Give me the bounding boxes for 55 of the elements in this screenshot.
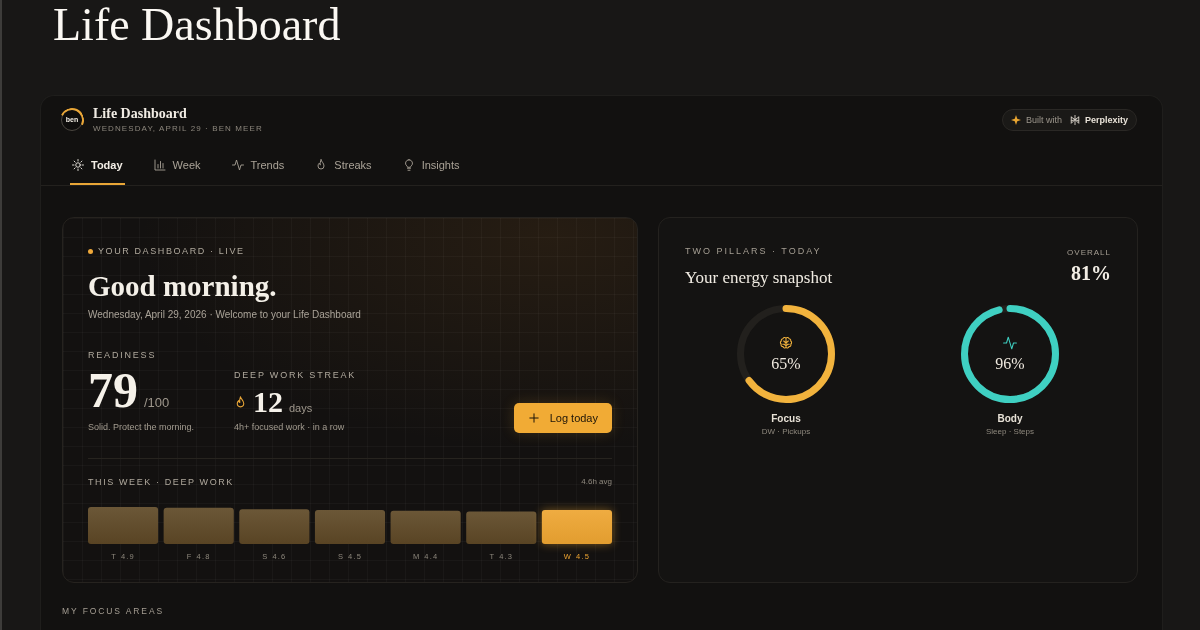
stat-note: Solid. Protect the morning. [88, 422, 195, 433]
brand-name: Perplexity [1084, 115, 1128, 125]
chart-bar [541, 510, 612, 544]
app-subtitle: WEDNESDAY, APRIL 29 · BEN MEER [93, 124, 263, 134]
chart-bar [314, 510, 386, 544]
section-label: TWO PILLARS · TODAY [685, 246, 822, 256]
built-with-badge[interactable]: Built with Perplexity [1001, 109, 1137, 131]
live-dot-icon [88, 248, 93, 254]
card-title: Your energy snapshot [685, 268, 833, 288]
tab[interactable]: Today [70, 145, 125, 185]
app-title: Life Dashboard [93, 106, 187, 122]
lightbulb-icon [402, 159, 415, 171]
average-text: 4.6h avg [581, 477, 612, 487]
section-label: MY FOCUS AREAS [62, 606, 165, 616]
sparkle-icon [1010, 115, 1021, 125]
log-today-button[interactable]: Log today [513, 403, 612, 433]
pillar-name: Focus [771, 413, 801, 425]
chart-bar [239, 509, 310, 544]
score-max: /100 [144, 396, 170, 410]
chart-bar [466, 511, 537, 544]
chart-bar [390, 510, 461, 544]
streak-unit: days [289, 402, 313, 414]
tab[interactable]: Trends [229, 145, 287, 185]
bar-chart-icon [153, 159, 166, 171]
flame-icon [234, 395, 247, 409]
brain-icon [779, 335, 793, 350]
badge-text: Built with [1025, 115, 1062, 125]
pulse-icon [1003, 335, 1017, 350]
greeting-heading: Good morning. [88, 270, 277, 302]
stat-label: DEEP WORK STREAK [234, 370, 357, 380]
pulse-icon [231, 159, 244, 171]
pillar-detail: DW · Pickups [761, 427, 811, 437]
chart-bar [163, 507, 234, 544]
pillar-name: Body [997, 413, 1023, 425]
sun-icon [72, 159, 84, 171]
tab[interactable]: Week [151, 145, 203, 185]
tab[interactable]: Insights [400, 145, 462, 185]
readiness-score: 79 [88, 370, 138, 410]
stat-note: 4h+ focused work · in a row [234, 422, 345, 433]
stat-label: READINESS [88, 350, 157, 360]
asterisk-logo-icon [1069, 115, 1080, 125]
chart-bar [88, 507, 159, 544]
plus-icon [528, 413, 539, 423]
pillar-detail: Sleep · Steps [986, 427, 1034, 437]
section-label: YOUR DASHBOARD · LIVE [98, 246, 245, 256]
overall-label: OVERALL [1067, 248, 1111, 258]
tab[interactable]: Streaks [313, 145, 374, 185]
page-title: Life Dashboard [53, 0, 341, 50]
ring-percent: 96% [995, 354, 1025, 373]
flame-icon [315, 159, 328, 171]
overall-value: 81% [1071, 262, 1111, 284]
ring-percent: 65% [771, 354, 801, 373]
section-label: THIS WEEK · DEEP WORK [88, 477, 234, 487]
streak-count: 12 [253, 388, 283, 416]
date-subtitle: Wednesday, April 29, 2026 · Welcome to your Life Dashboard [88, 309, 361, 321]
